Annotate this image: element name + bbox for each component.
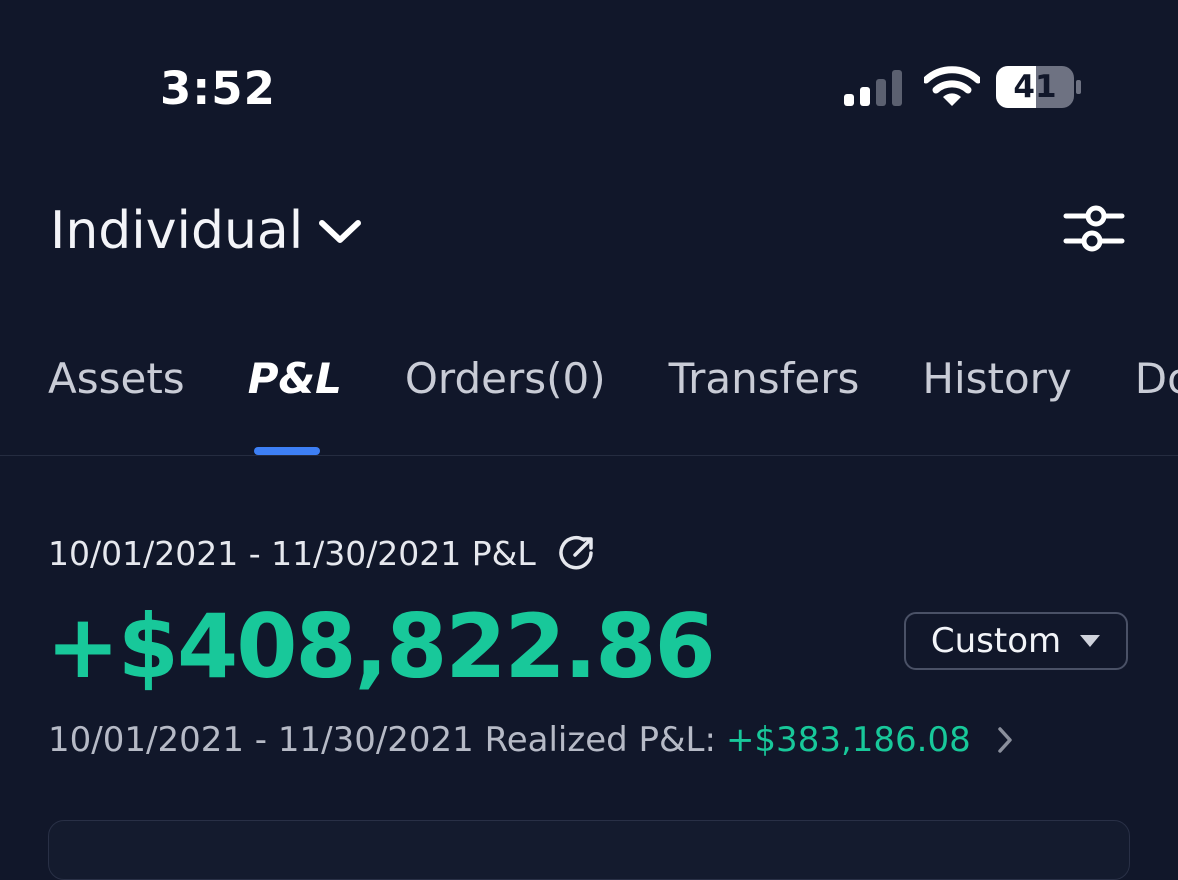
account-tabs: Assets P&L Orders(0) Transfers History D… <box>48 344 1178 414</box>
tab-assets[interactable]: Assets <box>48 344 185 414</box>
pnl-range-label: 10/01/2021 - 11/30/2021 P&L <box>48 533 536 573</box>
chevron-right-icon <box>997 727 1012 753</box>
battery-level: 41 <box>1013 69 1057 105</box>
status-time: 3:52 <box>160 62 276 115</box>
signal-icon <box>844 70 902 106</box>
tab-transfers[interactable]: Transfers <box>669 344 860 414</box>
account-selector[interactable]: Individual <box>50 196 363 266</box>
tabs-divider <box>0 455 1178 456</box>
share-icon[interactable] <box>558 534 596 572</box>
wifi-icon <box>924 66 980 106</box>
realized-pnl-row[interactable]: 10/01/2021 - 11/30/2021 Realized P&L: +$… <box>48 714 1015 766</box>
active-tab-indicator <box>254 447 320 455</box>
pnl-chart-card <box>48 820 1130 880</box>
caret-down-icon <box>1080 635 1101 647</box>
realized-pnl-value: +$383,186.08 <box>725 720 971 760</box>
tab-documents[interactable]: Do <box>1135 344 1178 414</box>
pnl-range-row: 10/01/2021 - 11/30/2021 P&L <box>48 528 596 578</box>
account-title: Individual <box>50 201 304 261</box>
period-selector-label: Custom <box>930 621 1062 661</box>
tab-pnl[interactable]: P&L <box>248 344 342 414</box>
chevron-down-icon <box>319 220 362 243</box>
tab-history[interactable]: History <box>922 344 1071 414</box>
tab-orders[interactable]: Orders(0) <box>405 344 606 414</box>
period-selector-dropdown[interactable]: Custom <box>904 612 1128 670</box>
pnl-value: +$408,822.86 <box>46 595 716 698</box>
realized-pnl-label: 10/01/2021 - 11/30/2021 Realized P&L: <box>48 720 716 760</box>
settings-sliders-icon[interactable] <box>1062 204 1126 254</box>
